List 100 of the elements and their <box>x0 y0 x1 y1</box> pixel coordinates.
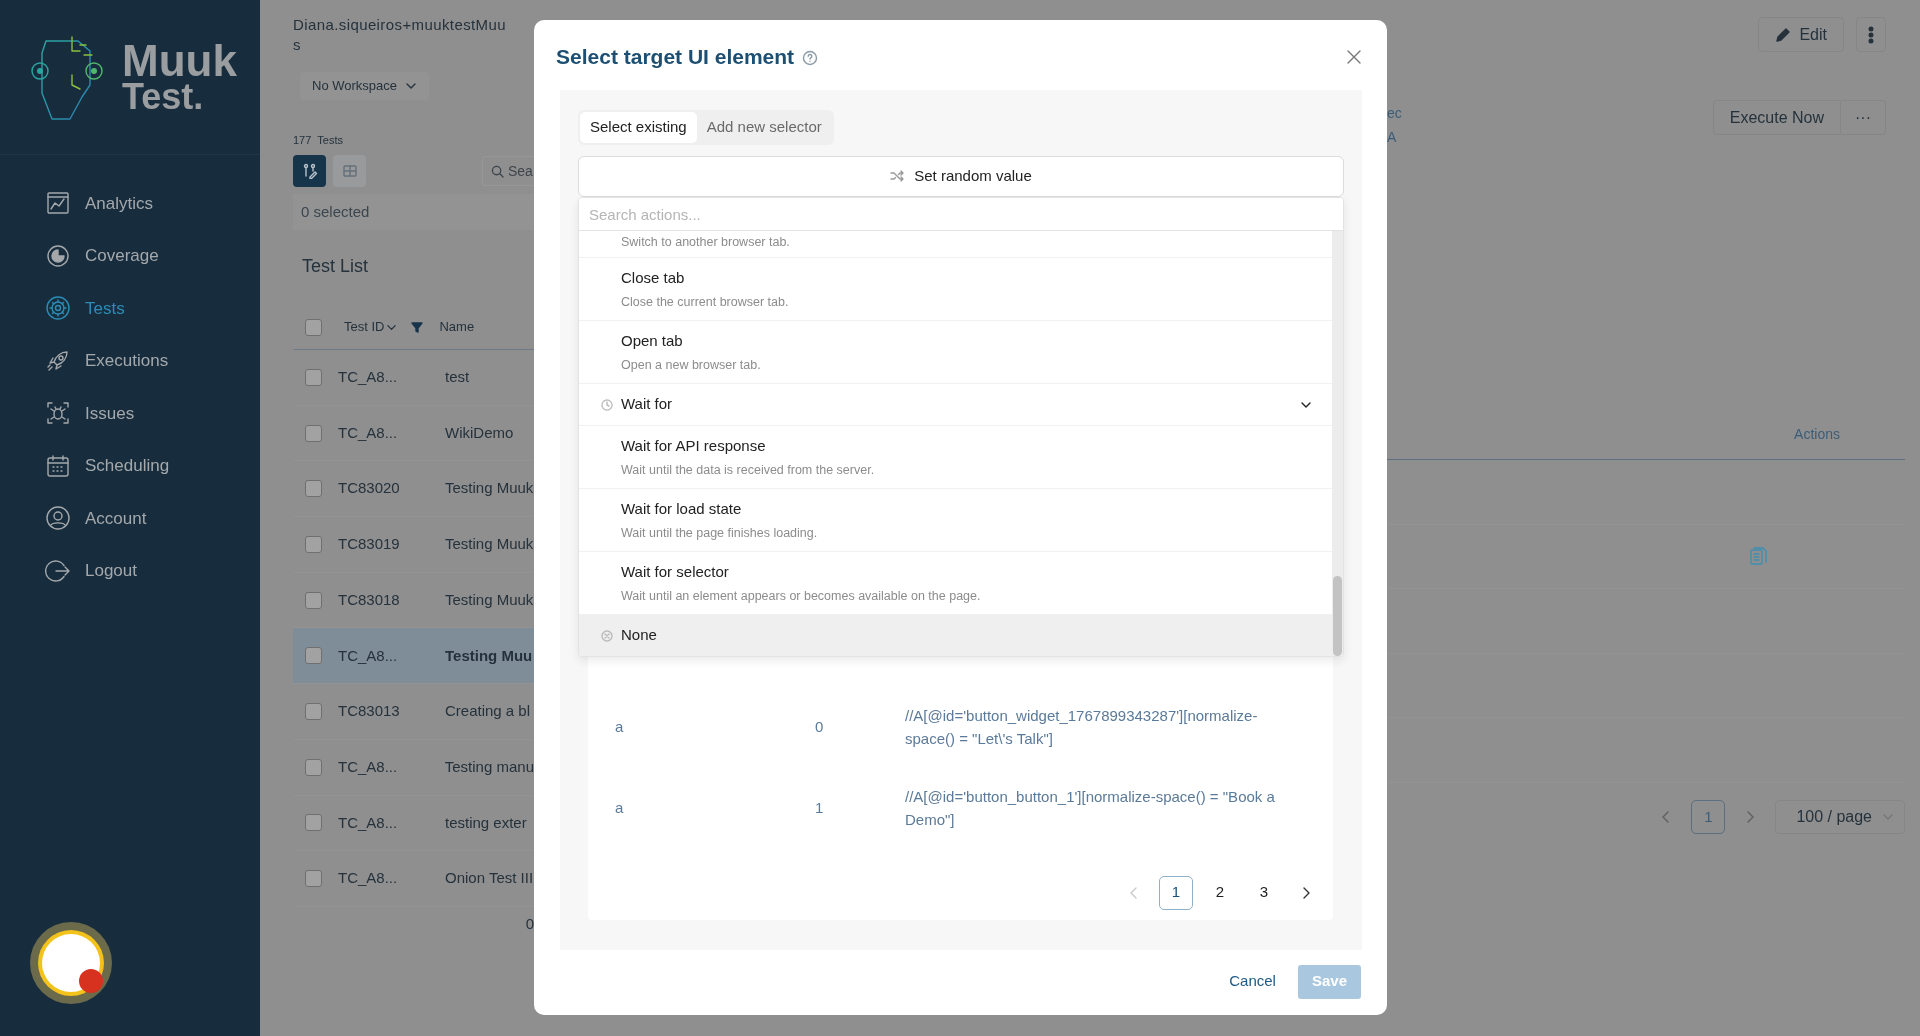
sidebar-item[interactable]: Issues <box>0 387 260 440</box>
section-title: Test List <box>302 255 370 278</box>
table-row[interactable]: TC83019 Testing Muuk <box>293 517 534 573</box>
table-cell-text: Testing Muu <box>445 645 533 666</box>
table-cell-text: TC_A8... <box>338 868 399 889</box>
view-toggle-button[interactable] <box>333 155 366 187</box>
chart-window-icon <box>45 190 71 217</box>
set-random-value-button[interactable]: Set random value <box>578 155 1344 197</box>
table-cell-text: TC83018 <box>338 589 401 610</box>
pencil-icon <box>1775 26 1792 43</box>
sidebar-item[interactable]: Coverage <box>0 229 260 282</box>
workspace-dropdown[interactable]: No Workspace <box>300 72 429 100</box>
table-row[interactable]: TC_A8... Onion Test III <box>293 851 534 907</box>
sidebar-item[interactable]: Analytics <box>0 177 260 230</box>
table-cell-text: Creating a bl <box>445 701 531 722</box>
action-group-header[interactable]: Wait for <box>579 384 1332 426</box>
table-cell-text: Testing manu <box>444 756 534 777</box>
logo-text: Test. <box>122 80 204 113</box>
tab[interactable]: Add new selector <box>696 112 832 143</box>
cancel-button[interactable]: Cancel <box>1229 970 1276 993</box>
row-checkbox[interactable] <box>305 535 322 553</box>
logo-text: Muuk <box>122 41 237 81</box>
shuffle-icon <box>890 169 905 183</box>
row-checkbox[interactable] <box>305 591 322 609</box>
table-row[interactable]: TC_A8... WikiDemo <box>293 405 534 462</box>
action-option[interactable]: Close tab Close the current browser tab. <box>579 258 1332 321</box>
table-cell-text: TC_A8... <box>338 422 399 443</box>
tab[interactable]: Select existing <box>580 112 697 143</box>
table-cell-text: TC_A8... <box>338 645 399 666</box>
sidebar-item[interactable]: Scheduling <box>0 439 260 492</box>
row-checkbox[interactable] <box>305 758 322 776</box>
account-name: s <box>293 35 302 55</box>
copy-icon[interactable] <box>1748 546 1768 567</box>
table-cell-text: TC_A8... <box>338 756 399 777</box>
table-cell-text: TC_A8... <box>338 812 399 833</box>
pagination-text: 0 <box>524 913 534 934</box>
column-header[interactable]: Name <box>439 317 475 337</box>
sidebar-item[interactable]: Account <box>0 492 260 545</box>
table-row[interactable]: TC_A8... Testing Muu <box>293 628 534 685</box>
table-row[interactable]: TC_A8... test <box>293 350 534 406</box>
scrollbar-thumb[interactable] <box>1333 576 1342 656</box>
table-row[interactable]: TC83013 Creating a bl <box>293 684 534 740</box>
table-cell-text: a <box>615 716 625 737</box>
more-options-button[interactable]: ··· <box>1841 100 1886 135</box>
action-option[interactable]: Switch to another browser tab. <box>579 231 1332 258</box>
table-cell-text: TC83020 <box>338 478 401 499</box>
table-cell-text: //A[@id='button_widget_1767899343287'][normalize-space() = "Let\'s Talk"] <box>905 706 1259 749</box>
sidebar-item[interactable]: Executions <box>0 334 260 387</box>
sidebar-item[interactable]: Tests <box>0 282 260 335</box>
table-cell-text: TC_A8... <box>338 367 399 388</box>
row-checkbox[interactable] <box>305 647 322 665</box>
action-option[interactable]: Open tab Open a new browser tab. <box>579 321 1332 384</box>
table-row[interactable]: TC_A8... Testing manu <box>293 739 534 796</box>
filter-icon[interactable] <box>411 321 424 333</box>
row-checkbox[interactable] <box>305 480 322 498</box>
row-checkbox[interactable] <box>305 424 322 442</box>
pie-chart-icon <box>45 242 71 269</box>
action-option[interactable]: Wait for API response Wait until the data is received from the server. <box>579 426 1332 489</box>
edit-button[interactable]: Edit <box>1758 17 1844 52</box>
action-option[interactable]: Wait for load state Wait until the page finishes loading. <box>579 489 1332 552</box>
text-fragment: ec <box>1387 104 1402 123</box>
table-cell-text: a <box>615 797 625 818</box>
search-field[interactable]: Search actions... <box>579 198 1343 231</box>
flow-edit-icon <box>301 163 318 179</box>
page-size-select[interactable]: 100 / page <box>1775 799 1905 834</box>
table-cell-text: Testing Muuk <box>445 589 534 610</box>
table-row[interactable]: TC_A8... testing exter <box>293 795 534 852</box>
row-checkbox[interactable] <box>305 702 322 720</box>
table-cell-text: //A[@id='button_button_1'][normalize-space() = "Book a Demo"] <box>905 787 1276 830</box>
page-button[interactable]: 3 <box>1247 875 1281 910</box>
table-cell-text: 1 <box>815 797 825 818</box>
clock-icon <box>601 398 613 411</box>
sidebar-item[interactable]: Logout <box>0 544 260 597</box>
page-button[interactable]: 1 <box>1159 875 1193 910</box>
row-checkbox[interactable] <box>305 814 322 832</box>
text-fragment: A <box>1387 128 1398 147</box>
kebab-icon <box>1867 25 1875 44</box>
calendar-icon <box>45 452 71 479</box>
selection-count: 0 selected <box>293 194 534 230</box>
gear-icon <box>45 295 71 322</box>
more-button[interactable] <box>1856 17 1886 52</box>
chevron-left-icon <box>1129 885 1139 900</box>
person-icon <box>45 505 71 532</box>
row-checkbox[interactable] <box>305 368 322 386</box>
table-row[interactable]: TC83020 Testing Muuk <box>293 461 534 518</box>
table-cell-text: 0 <box>815 716 825 737</box>
select-all-checkbox[interactable] <box>305 318 322 336</box>
execute-now-button[interactable]: Execute Now <box>1712 100 1841 135</box>
help-icon[interactable] <box>802 50 819 66</box>
bug-icon <box>45 400 71 427</box>
table-cell-text: test <box>445 367 470 388</box>
table-cell-text: Testing Muuk <box>445 534 534 555</box>
row-checkbox[interactable] <box>305 870 322 888</box>
page-button[interactable]: 2 <box>1203 875 1237 910</box>
chevron-right-icon <box>1745 809 1756 824</box>
view-toggle-button[interactable] <box>293 155 326 187</box>
grid-icon <box>341 163 358 179</box>
column-header[interactable]: Test ID <box>344 317 385 337</box>
table-cell-text: TC83013 <box>338 701 401 722</box>
action-option[interactable]: None <box>579 615 1332 656</box>
